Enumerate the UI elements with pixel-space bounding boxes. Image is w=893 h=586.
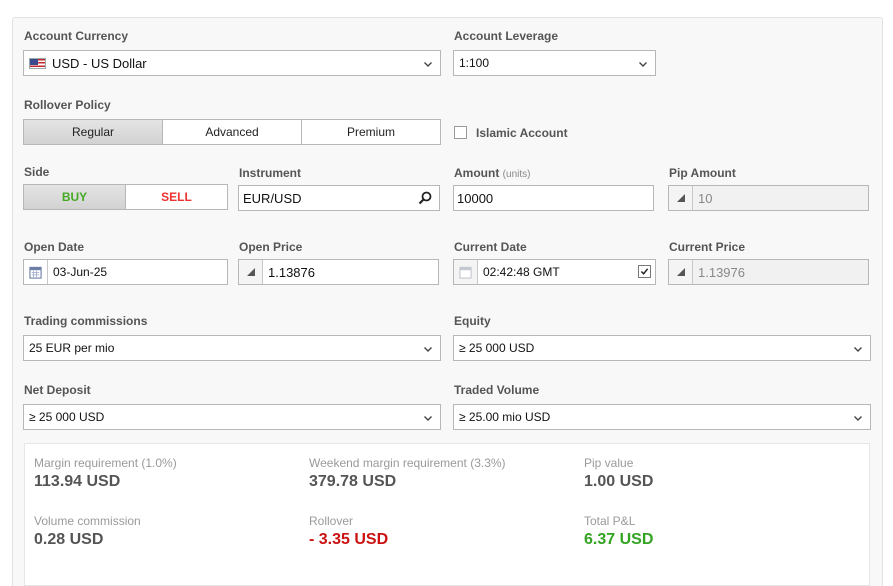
weekend-margin-label: Weekend margin requirement (3.3%) (309, 456, 506, 470)
instrument-label: Instrument (239, 166, 302, 180)
equity-value: ≥ 25 000 USD (459, 341, 535, 355)
rollover-premium-button[interactable]: Premium (302, 120, 440, 144)
rollover-label: Rollover (309, 514, 354, 528)
sell-button[interactable]: SELL (126, 185, 227, 209)
chevron-down-icon (854, 347, 862, 352)
current-date-input: 02:42:48 GMT (453, 259, 656, 285)
chevron-down-icon (639, 62, 647, 67)
chevron-down-icon (424, 62, 432, 67)
trading-commissions-select[interactable]: 25 EUR per mio (23, 335, 441, 361)
account-leverage-value: 1:100 (459, 56, 490, 70)
pip-amount-label: Pip Amount (669, 166, 736, 180)
traded-volume-select[interactable]: ≥ 25.00 mio USD (453, 404, 871, 430)
us-flag-icon (29, 57, 46, 69)
pip-amount-value: 10 (698, 190, 713, 206)
calendar-icon (454, 260, 478, 284)
net-deposit-value: ≥ 25 000 USD (29, 410, 105, 424)
open-price-input[interactable]: 1.13876 (238, 259, 439, 285)
current-date-value: 02:42:48 GMT (483, 265, 560, 279)
rollover-advanced-button[interactable]: Advanced (163, 120, 302, 144)
islamic-account-label: Islamic Account (476, 126, 568, 140)
open-price-label: Open Price (239, 240, 303, 254)
amount-label-text: Amount (454, 166, 500, 180)
buy-button[interactable]: BUY (24, 185, 126, 209)
margin-requirement-value: 113.94 USD (34, 473, 121, 490)
current-date-checkbox[interactable] (638, 265, 651, 278)
current-date-label: Current Date (454, 240, 527, 254)
open-date-input[interactable]: 03-Jun-25 (23, 259, 228, 285)
search-icon[interactable] (418, 191, 432, 205)
account-currency-select[interactable]: USD - US Dollar (23, 50, 441, 76)
current-price-stepper-icon (669, 260, 693, 284)
pip-value-value: 1.00 USD (584, 473, 654, 490)
rollover-value: - 3.35 USD (309, 531, 389, 548)
pip-stepper-icon (669, 186, 693, 210)
chevron-down-icon (424, 347, 432, 352)
current-price-label: Current Price (669, 240, 746, 254)
amount-input[interactable]: 10000 (453, 185, 654, 211)
chevron-down-icon (854, 416, 862, 421)
amount-label: Amount (units) (454, 166, 530, 180)
islamic-account-checkbox[interactable] (454, 126, 467, 139)
amount-unit-label: (units) (502, 169, 531, 180)
side-segmented: BUY SELL (23, 184, 228, 210)
account-currency-value: USD - US Dollar (52, 55, 147, 71)
instrument-value: EUR/USD (243, 190, 302, 206)
volume-commission-value: 0.28 USD (34, 531, 104, 548)
rollover-regular-button[interactable]: Regular (24, 120, 163, 144)
open-price-stepper-icon[interactable] (239, 260, 263, 284)
net-deposit-label: Net Deposit (24, 383, 91, 397)
current-price-field: 1.13976 (668, 259, 869, 285)
calendar-icon[interactable] (24, 260, 48, 284)
equity-label: Equity (454, 314, 491, 328)
weekend-margin-value: 379.78 USD (309, 473, 397, 490)
total-pl-label: Total P&L (584, 514, 636, 528)
pip-value-label: Pip value (584, 456, 634, 470)
pip-amount-field: 10 (668, 185, 869, 211)
total-pl-value: 6.37 USD (584, 531, 654, 548)
net-deposit-select[interactable]: ≥ 25 000 USD (23, 404, 441, 430)
volume-commission-label: Volume commission (34, 514, 141, 528)
results-panel: Margin requirement (1.0%) 113.94 USD Wee… (24, 443, 870, 586)
rollover-policy-label: Rollover Policy (24, 98, 111, 112)
checkmark-icon (640, 268, 649, 275)
account-leverage-label: Account Leverage (454, 29, 559, 43)
traded-volume-value: ≥ 25.00 mio USD (459, 410, 551, 424)
account-currency-label: Account Currency (24, 29, 129, 43)
equity-select[interactable]: ≥ 25 000 USD (453, 335, 871, 361)
open-price-value: 1.13876 (268, 264, 315, 280)
account-leverage-select[interactable]: 1:100 (453, 50, 656, 76)
amount-value: 10000 (457, 190, 494, 206)
current-price-value: 1.13976 (698, 264, 745, 280)
traded-volume-label: Traded Volume (454, 383, 540, 397)
chevron-down-icon (424, 416, 432, 421)
trading-commissions-value: 25 EUR per mio (29, 341, 115, 355)
rollover-policy-segmented: Regular Advanced Premium (23, 119, 441, 145)
open-date-value: 03-Jun-25 (53, 265, 108, 279)
instrument-input[interactable]: EUR/USD (238, 185, 440, 211)
trading-commissions-label: Trading commissions (24, 314, 148, 328)
margin-requirement-label: Margin requirement (1.0%) (34, 456, 177, 470)
side-label: Side (24, 165, 50, 179)
open-date-label: Open Date (24, 240, 85, 254)
